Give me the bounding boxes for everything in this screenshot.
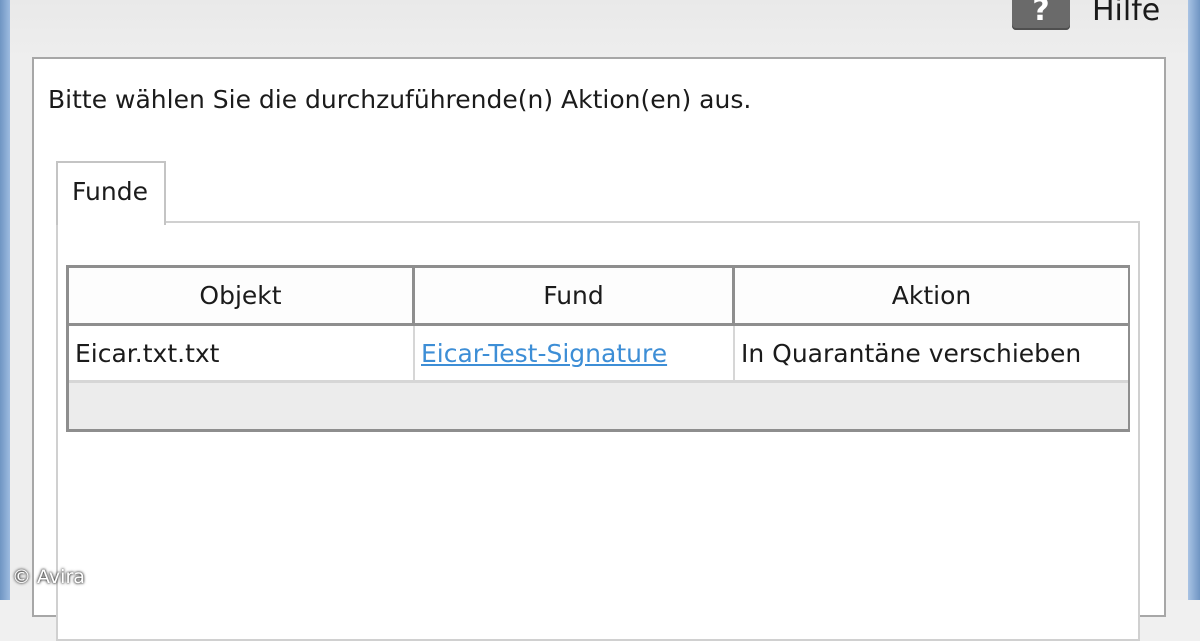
help-question-icon: ?	[1012, 0, 1070, 30]
cell-fund: Eicar-Test-Signature	[415, 326, 735, 382]
window-frame-left	[0, 0, 10, 600]
main-panel: Bitte wählen Sie die durchzuführende(n) …	[32, 57, 1166, 641]
column-header-aktion[interactable]: Aktion	[735, 268, 1128, 326]
table-row[interactable]: Eicar.txt.txt Eicar-Test-Signature In Qu…	[69, 326, 1128, 382]
help-label: Hilfe	[1092, 0, 1161, 28]
table-empty-area	[69, 382, 1128, 429]
tab-label: Funde	[72, 177, 148, 206]
column-header-objekt[interactable]: Objekt	[69, 268, 415, 326]
tab-content-funde: Objekt Fund Aktion Eicar.txt.txt Eicar-T…	[56, 221, 1140, 641]
help-button[interactable]: ? Hilfe	[1012, 0, 1182, 32]
cell-objekt: Eicar.txt.txt	[69, 326, 415, 382]
dialog-window: ? Hilfe Bitte wählen Sie die durchzuführ…	[0, 0, 1200, 641]
cell-aktion[interactable]: In Quarantäne verschieben	[735, 326, 1128, 382]
fund-link[interactable]: Eicar-Test-Signature	[421, 339, 667, 368]
column-header-fund[interactable]: Fund	[415, 268, 735, 326]
window-frame-right	[1188, 0, 1200, 600]
instruction-text: Bitte wählen Sie die durchzuführende(n) …	[48, 85, 752, 114]
table-header: Objekt Fund Aktion	[69, 268, 1128, 326]
findings-table: Objekt Fund Aktion Eicar.txt.txt Eicar-T…	[66, 265, 1130, 432]
copyright-watermark: © Avira	[12, 566, 85, 588]
tab-funde[interactable]: Funde	[56, 161, 166, 225]
